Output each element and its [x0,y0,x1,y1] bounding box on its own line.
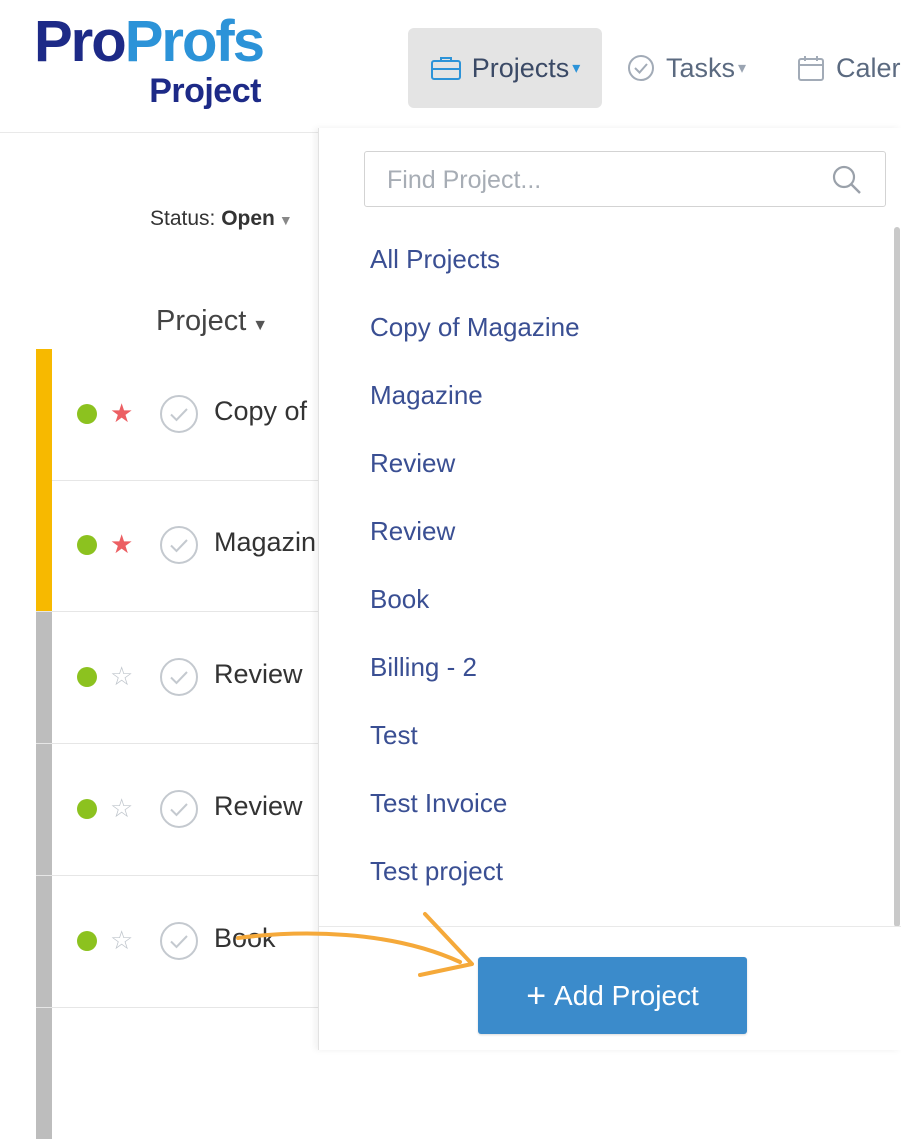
complete-circle-icon[interactable] [158,656,200,698]
project-list-item[interactable]: Copy of Magazine [370,312,580,343]
priority-bar [36,876,52,1007]
project-list-item[interactable]: Test [370,720,418,751]
logo-profs: Profs [124,9,265,74]
status-dot [77,535,97,555]
priority-bar [36,349,52,480]
project-list-item[interactable]: All Projects [370,244,500,275]
proprofs-logo[interactable]: ProProfs Project [34,9,265,111]
complete-circle-icon[interactable] [158,524,200,566]
calendar-icon [798,56,824,81]
projects-dropdown: All Projects Copy of Magazine Magazine Revi… [318,128,901,1050]
logo-subtitle: Project [149,72,261,110]
complete-circle-icon[interactable] [158,788,200,830]
star-icon[interactable]: ★ [110,395,133,431]
find-project-box [364,151,886,207]
table-row[interactable]: ☆ Book [36,876,326,1008]
star-icon[interactable]: ☆ [110,922,133,958]
plus-icon: + [526,976,547,1015]
table-row[interactable]: ★ Magazin [36,480,326,612]
priority-bar [36,480,52,611]
find-project-input[interactable] [385,162,819,198]
sort-caret-icon: ▼ [252,317,269,334]
priority-bar [36,612,52,743]
project-name[interactable]: Magazin [214,527,316,558]
top-header: ProProfs Project Projects ▾ Tasks ▾ Caler [0,0,901,133]
table-row[interactable]: ☆ Review [36,744,326,876]
project-list-item[interactable]: Book [370,584,429,615]
status-dot [77,799,97,819]
status-filter[interactable]: Status: Open ▼ [150,207,293,231]
nav-tasks-label: Tasks [666,52,736,83]
add-project-label: Add Project [554,979,699,1011]
project-list-item[interactable]: Test Invoice [370,788,507,819]
add-project-button[interactable]: + Add Project [478,957,747,1034]
table-row[interactable]: ★ Copy of [36,349,326,481]
project-list-item[interactable]: Billing - 2 [370,652,477,683]
star-icon[interactable]: ☆ [110,658,133,694]
table-row[interactable] [36,1008,326,1139]
status-dot [77,931,97,951]
project-column-label: Project [156,305,247,337]
caret-down-icon: ▼ [278,212,293,228]
status-filter-value: Open [221,207,275,230]
project-list-item[interactable]: Magazine [370,380,483,411]
project-list-item[interactable]: Review [370,516,455,547]
nav-projects[interactable]: Projects ▾ [408,28,602,108]
caret-down-icon: ▾ [738,60,747,77]
search-icon[interactable] [831,164,863,196]
project-list-item[interactable]: Review [370,448,455,479]
logo-pro: Pro [34,9,127,74]
logo-wordmark: ProProfs [34,9,265,74]
complete-circle-icon[interactable] [158,920,200,962]
complete-circle-icon[interactable] [158,393,200,435]
table-row[interactable]: ☆ Review [36,612,326,744]
project-name[interactable]: Review [214,659,303,690]
list-scrollbar[interactable] [894,227,900,927]
status-dot [77,404,97,424]
list-divider [319,926,901,927]
priority-bar [36,744,52,875]
nav-tasks[interactable]: Tasks ▾ [626,28,746,108]
project-list-item[interactable]: Test project [370,856,503,887]
project-name[interactable]: Book [214,923,276,954]
project-name[interactable]: Review [214,791,303,822]
caret-down-icon: ▾ [572,60,581,77]
project-name[interactable]: Copy of [214,396,307,427]
project-column-header[interactable]: Project ▼ [156,305,268,338]
check-circle-icon [628,55,654,81]
nav-calendar-label: Caler [836,52,901,83]
briefcase-icon [430,57,461,80]
nav-calendar[interactable]: Caler [796,28,901,108]
status-dot [77,667,97,687]
status-filter-label: Status: [150,207,216,230]
priority-bar [36,1008,52,1139]
nav-projects-label: Projects [471,52,570,83]
star-icon[interactable]: ★ [110,526,133,562]
star-icon[interactable]: ☆ [110,790,133,826]
